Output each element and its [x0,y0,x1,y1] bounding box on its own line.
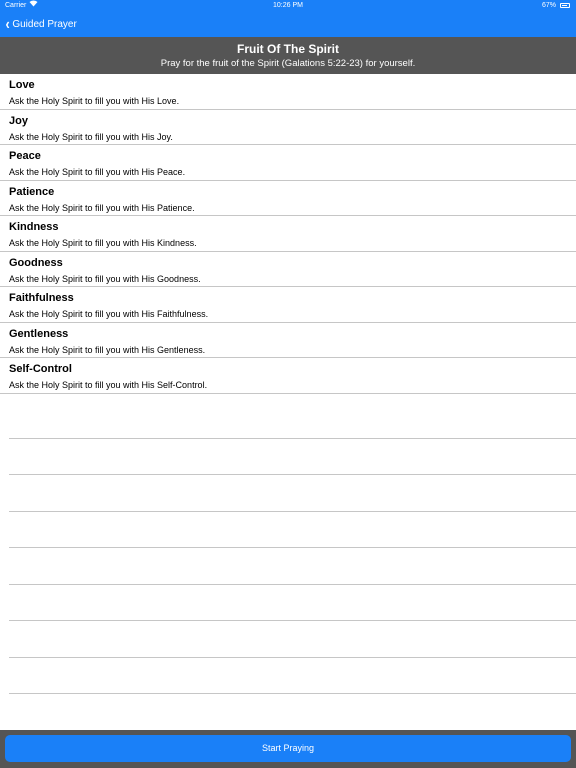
empty-row [9,439,576,475]
item-name: Kindness [9,221,59,233]
list-item[interactable]: Peace Ask the Holy Spirit to fill you wi… [0,145,576,181]
item-description: Ask the Holy Spirit to fill you with His… [9,273,201,284]
fruit-list: Love Ask the Holy Spirit to fill you wit… [0,74,576,394]
back-button[interactable]: ‹ Guided Prayer [5,12,77,37]
item-description: Ask the Holy Spirit to fill you with His… [9,380,208,390]
status-time: 10:26 PM [273,2,303,9]
item-description: Ask the Holy Spirit to fill you with His… [9,202,195,213]
item-name: Joy [9,114,28,127]
item-name: Goodness [9,256,63,269]
start-praying-button[interactable]: Start Praying [5,735,571,762]
list-item[interactable]: Joy Ask the Holy Spirit to fill you with… [0,110,576,145]
item-description: Ask the Holy Spirit to fill you with His… [9,131,173,142]
item-description: Ask the Holy Spirit to fill you with His… [9,344,206,355]
item-description: Ask the Holy Spirit to fill you with His… [9,96,180,106]
chevron-left-icon: ‹ [5,15,10,33]
empty-row [9,512,576,548]
item-name: Gentleness [9,327,69,340]
item-name: Peace [9,150,41,162]
empty-row [9,658,576,694]
item-name: Patience [9,185,55,198]
item-description: Ask the Holy Spirit to fill you with His… [9,309,209,319]
list-item[interactable]: Faithfulness Ask the Holy Spirit to fill… [0,287,576,323]
list-item[interactable]: Gentleness Ask the Holy Spirit to fill y… [0,323,576,358]
page-header: Fruit Of The Spirit Pray for the fruit o… [0,37,576,74]
battery-percent: 67% [541,2,556,9]
item-description: Ask the Holy Spirit to fill you with His… [9,167,186,177]
item-name: Love [9,79,35,91]
list-item[interactable]: Patience Ask the Holy Spirit to fill you… [0,181,576,216]
empty-row [9,475,576,512]
battery-icon [560,3,570,8]
page-subtitle: Pray for the fruit of the Spirit (Galati… [160,58,416,69]
list-item[interactable]: Self-Control Ask the Holy Spirit to fill… [0,358,576,394]
back-button-label: Guided Prayer [12,19,77,30]
item-description: Ask the Holy Spirit to fill you with His… [9,238,197,248]
empty-row [9,585,576,621]
empty-list-area [9,402,576,694]
item-name: Faithfulness [9,292,74,304]
navigation-bar: ‹ Guided Prayer [0,12,576,37]
list-item[interactable]: Kindness Ask the Holy Spirit to fill you… [0,216,576,252]
list-item[interactable]: Goodness Ask the Holy Spirit to fill you… [0,252,576,287]
status-bar: Carrier 10:26 PM 67% [0,0,576,12]
item-name: Self-Control [9,363,72,375]
page-title: Fruit Of The Spirit [237,42,339,56]
empty-row [9,621,576,658]
empty-row [9,402,576,439]
empty-row [9,548,576,585]
list-item[interactable]: Love Ask the Holy Spirit to fill you wit… [0,74,576,110]
